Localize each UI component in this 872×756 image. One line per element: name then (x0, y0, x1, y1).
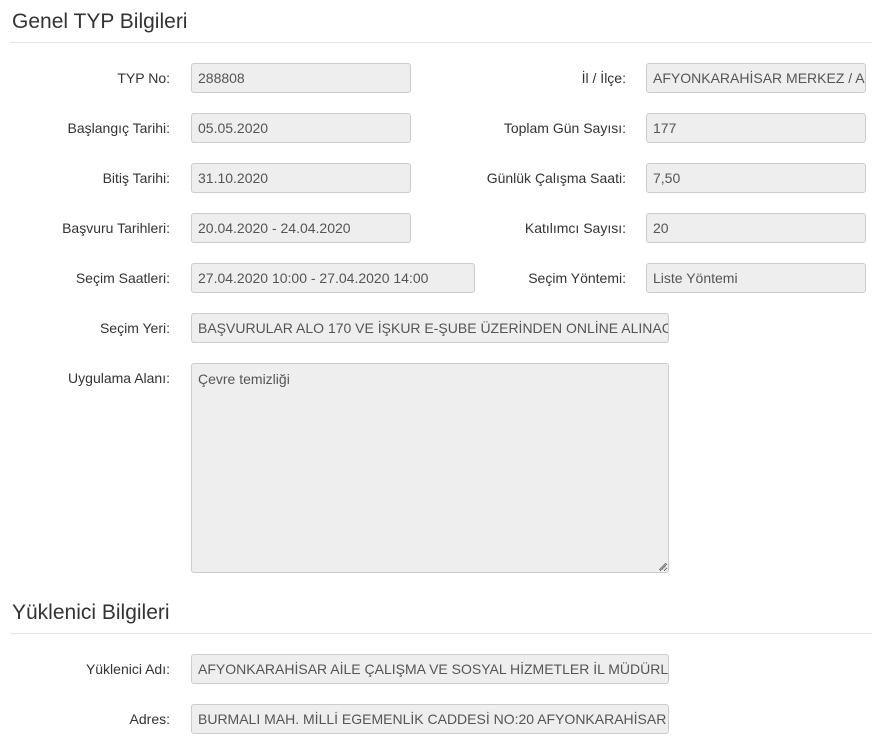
toplam-gun-field[interactable]: 177 (646, 113, 866, 143)
general-info-divider (10, 42, 872, 43)
secim-saatleri-field[interactable]: 27.04.2020 10:00 - 27.04.2020 14:00 (191, 263, 475, 293)
uygulama-alani-label: Uygulama Alanı: (68, 370, 170, 386)
contractor-info-divider (10, 633, 872, 634)
uygulama-alani-text: Çevre temizliği (198, 371, 290, 387)
typ-no-field[interactable]: 288808 (191, 63, 411, 93)
baslangic-tarihi-field[interactable]: 05.05.2020 (191, 113, 411, 143)
basvuru-tarihleri-field[interactable]: 20.04.2020 - 24.04.2020 (191, 213, 411, 243)
gunluk-calisma-saati-field[interactable]: 7,50 (646, 163, 866, 193)
contractor-info-title: Yüklenici Bilgileri (12, 601, 170, 624)
secim-yontemi-field[interactable]: Liste Yöntemi (646, 263, 866, 293)
secim-yontemi-label: Seçim Yöntemi: (528, 270, 626, 286)
baslangic-tarihi-label: Başlangıç Tarihi: (67, 120, 170, 136)
katilimci-sayisi-label: Katılımcı Sayısı: (524, 220, 626, 236)
il-ilce-field[interactable]: AFYONKARAHİSAR MERKEZ / AFYONKARAHİSAR (646, 63, 866, 93)
secim-saatleri-label: Seçim Saatleri: (75, 270, 170, 286)
katilimci-sayisi-field[interactable]: 20 (646, 213, 866, 243)
yuklenici-adi-label: Yüklenici Adı: (85, 661, 170, 677)
basvuru-tarihleri-label: Başvuru Tarihleri: (62, 220, 170, 236)
bitis-tarihi-label: Bitiş Tarihi: (102, 170, 170, 186)
general-info-title: Genel TYP Bilgileri (12, 10, 188, 33)
secim-yeri-label: Seçim Yeri: (99, 320, 170, 336)
il-ilce-label: İl / İlçe: (581, 70, 626, 86)
uygulama-alani-textarea[interactable]: Çevre temizliği (191, 363, 669, 573)
resize-handle-icon[interactable] (658, 562, 666, 570)
toplam-gun-label: Toplam Gün Sayısı: (503, 120, 626, 136)
adres-label: Adres: (129, 711, 170, 727)
secim-yeri-field[interactable]: BAŞVURULAR ALO 170 VE İŞKUR E-ŞUBE ÜZERİ… (191, 313, 669, 343)
typ-no-label: TYP No: (117, 70, 170, 86)
yuklenici-adi-field[interactable]: AFYONKARAHİSAR AİLE ÇALIŞMA VE SOSYAL Hİ… (191, 654, 669, 684)
adres-field[interactable]: BURMALI MAH. MİLLİ EGEMENLİK CADDESİ NO:… (191, 704, 669, 734)
bitis-tarihi-field[interactable]: 31.10.2020 (191, 163, 411, 193)
gunluk-calisma-saati-label: Günlük Çalışma Saati: (486, 170, 626, 186)
